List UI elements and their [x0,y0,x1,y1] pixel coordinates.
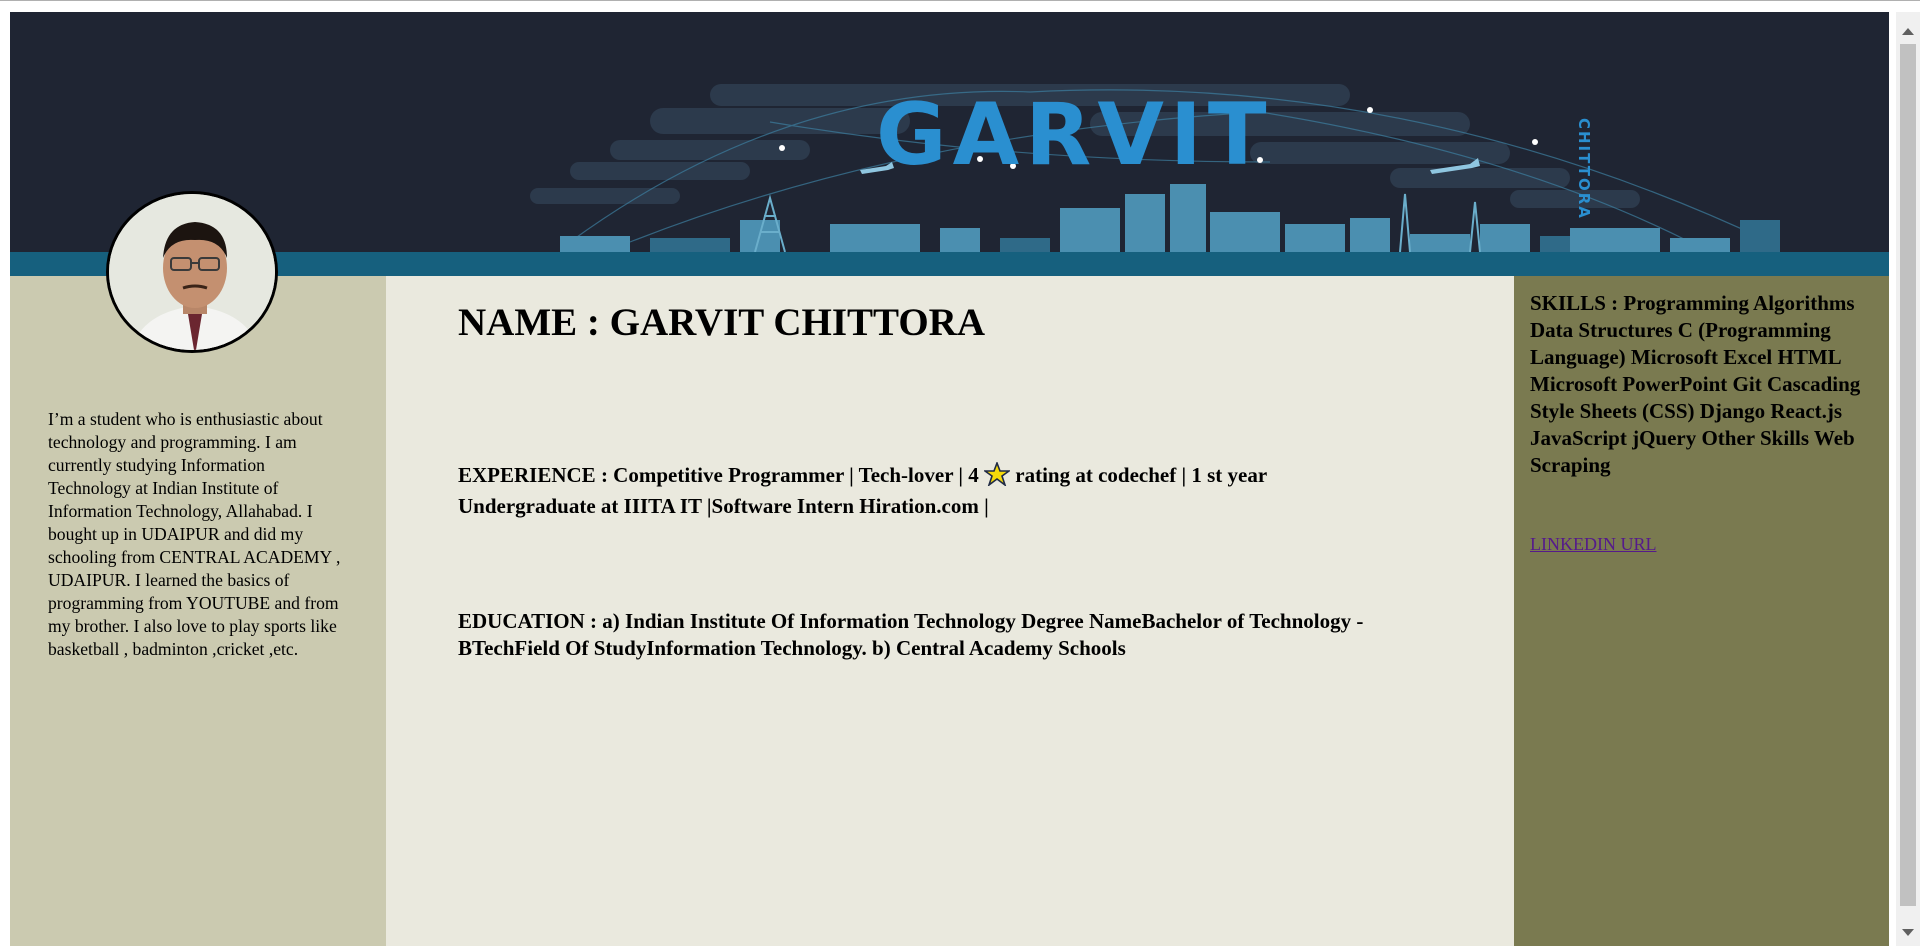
experience-text: EXPERIENCE : Competitive Programmer | Te… [458,460,1388,520]
profile-photo [109,194,275,350]
avatar [106,191,278,353]
linkedin-link[interactable]: LINKEDIN URL [1530,534,1656,555]
vertical-scrollbar[interactable] [1896,12,1920,946]
name-heading: NAME : GARVIT CHITTORA [458,301,985,344]
banner-strip [10,252,1889,276]
scroll-down-arrow-icon[interactable] [1902,929,1914,936]
header-banner: GARVIT CHITTORA [10,12,1889,276]
star-icon [982,460,1012,493]
banner-subtitle: CHITTORA [1575,118,1593,220]
experience-text-part1: EXPERIENCE : Competitive Programmer | Te… [458,463,979,487]
browser-top-edge [0,0,1920,12]
skills-text: SKILLS : Programming Algorithms Data Str… [1530,291,1861,477]
scroll-up-arrow-icon[interactable] [1902,28,1914,35]
scroll-thumb[interactable] [1900,44,1916,906]
main-column: NAME : GARVIT CHITTORA EXPERIENCE : Comp… [386,276,1514,946]
education-text: EDUCATION : a) Indian Institute Of Infor… [458,609,1364,660]
banner-title: GARVIT [876,85,1273,185]
right-column: SKILLS : Programming Algorithms Data Str… [1514,276,1889,946]
city-skyline-illustration: GARVIT CHITTORA [530,84,1780,253]
bio-text: I’m a student who is enthusiastic about … [48,409,341,659]
left-column: I’m a student who is enthusiastic about … [10,276,386,946]
resume-page: GARVIT CHITTORA I’m a student who is ent… [10,12,1889,946]
